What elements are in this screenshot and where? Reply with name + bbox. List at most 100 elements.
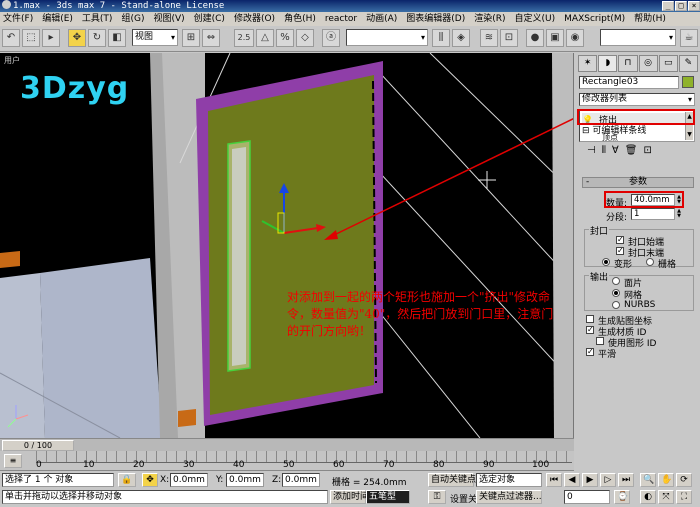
transform-mode-icon[interactable]: ✥	[142, 473, 158, 487]
schematic-view-icon[interactable]: ⊡	[500, 29, 518, 47]
modify-tab-icon[interactable]: ◗	[598, 55, 618, 72]
object-name-field[interactable]: Rectangle03	[579, 76, 679, 89]
maximize-viewport-icon[interactable]: ⛶	[676, 490, 692, 504]
prev-frame-icon[interactable]: ◀	[564, 473, 580, 487]
play-icon[interactable]: ▶	[582, 473, 598, 487]
close-button[interactable]: ×	[688, 1, 700, 11]
minimize-button[interactable]: _	[662, 1, 674, 11]
undo-icon[interactable]: ↶	[2, 29, 20, 47]
field-of-view-icon[interactable]: ◐	[640, 490, 656, 504]
key-filters-button[interactable]: 关键点过滤器...	[476, 490, 542, 504]
mini-curve-icon[interactable]: ≡	[4, 454, 22, 468]
select-scale-icon[interactable]: ◧	[108, 29, 126, 47]
ime-wubi-indicator[interactable]: 五笔型	[366, 490, 410, 504]
hierarchy-tab-icon[interactable]: ⊓	[618, 55, 638, 72]
stack-item-vertex[interactable]: 顶点	[602, 132, 618, 143]
select-object-icon[interactable]: ▸	[42, 29, 60, 47]
menu-customize[interactable]: 自定义(U)	[515, 12, 556, 26]
remove-modifier-icon[interactable]: 🗑	[625, 145, 638, 159]
key-icon[interactable]: ⚿	[428, 490, 446, 504]
go-start-icon[interactable]: ⏮	[546, 473, 562, 487]
modifier-list-dropdown[interactable]: 修改器列表	[579, 93, 695, 106]
teapot-icon[interactable]: ☕	[680, 29, 698, 47]
add-time-tag-button[interactable]: 添加时间	[330, 490, 369, 504]
time-slider[interactable]: 0 / 100	[0, 438, 574, 451]
layer-icon[interactable]: ◈	[452, 29, 470, 47]
create-tab-icon[interactable]: ✶	[578, 55, 598, 72]
time-slider-thumb[interactable]: 0 / 100	[2, 440, 74, 451]
go-end-icon[interactable]: ⏭	[618, 473, 634, 487]
menu-graph-editors[interactable]: 图表编辑器(D)	[406, 12, 465, 26]
plus-icon[interactable]: ⊟	[582, 126, 590, 136]
smooth-checkbox[interactable]: ✓	[586, 348, 594, 356]
menu-maxscript[interactable]: MAXScript(M)	[564, 12, 625, 26]
gen-mat-ids-checkbox[interactable]: ✓	[586, 326, 594, 334]
parameters-rollout-header[interactable]: - 参数	[582, 177, 694, 188]
auto-key-button[interactable]: 自动关键点	[428, 473, 476, 487]
reference-coord-select[interactable]: 视图	[132, 29, 178, 46]
viewport-label[interactable]: 用户	[4, 55, 20, 66]
grid-radio[interactable]	[646, 258, 654, 266]
pin-stack-icon[interactable]: ⊣	[587, 145, 596, 159]
quick-render-icon[interactable]: ◉	[566, 29, 584, 47]
make-unique-icon[interactable]: ∀	[612, 145, 619, 159]
pan-icon[interactable]: ✋	[658, 473, 674, 487]
spinner-snap-icon[interactable]: ◇	[296, 29, 314, 47]
cap-start-checkbox[interactable]: ✓	[616, 236, 624, 244]
gen-mapping-checkbox[interactable]	[586, 315, 594, 323]
morph-radio[interactable]	[602, 258, 610, 266]
named-selection-set[interactable]	[346, 29, 428, 46]
walk-icon[interactable]: ⤧	[658, 490, 674, 504]
material-editor-icon[interactable]: ●	[526, 29, 544, 47]
object-color-swatch[interactable]	[682, 76, 694, 88]
align-icon[interactable]: ⫼	[432, 29, 450, 47]
display-tab-icon[interactable]: ▭	[658, 55, 678, 72]
menu-reactor[interactable]: reactor	[325, 12, 357, 26]
pivot-icon[interactable]: ⊞	[182, 29, 200, 47]
select-move-icon[interactable]: ✥	[68, 29, 86, 47]
snap-toggle-icon[interactable]: 2.5	[234, 29, 254, 47]
configure-sets-icon[interactable]: ⊡	[643, 145, 651, 159]
perspective-viewport[interactable]: 用户 3Dzyg 对添加到一起的两个矩形也施加一个"挤出"修改命令，数量值为"4…	[0, 53, 574, 438]
motion-tab-icon[interactable]: ◎	[638, 55, 658, 72]
x-coordinate-field[interactable]: 0.0mm	[170, 473, 208, 487]
mirror-icon[interactable]: ⇔	[202, 29, 220, 47]
show-end-result-icon[interactable]: ⫴	[602, 145, 606, 159]
menu-help[interactable]: 帮助(H)	[634, 12, 666, 26]
segments-field[interactable]: 1 ▲ ▼	[631, 208, 681, 220]
angle-snap-icon[interactable]: △	[256, 29, 274, 47]
patch-radio[interactable]	[612, 277, 620, 285]
nurbs-radio[interactable]	[612, 301, 620, 309]
menu-create[interactable]: 创建(C)	[194, 12, 225, 26]
named-selection-icon[interactable]: ⓐ	[322, 29, 340, 47]
menu-tools[interactable]: 工具(T)	[82, 12, 113, 26]
menu-animation[interactable]: 动画(A)	[366, 12, 397, 26]
y-coordinate-field[interactable]: 0.0mm	[226, 473, 264, 487]
mesh-radio[interactable]	[612, 289, 620, 297]
curve-editor-icon[interactable]: ≋	[480, 29, 498, 47]
select-region-icon[interactable]: ⬚	[22, 29, 40, 47]
render-scene-icon[interactable]: ▣	[546, 29, 564, 47]
percent-snap-icon[interactable]: %	[276, 29, 294, 47]
zoom-icon[interactable]: 🔍	[640, 473, 656, 487]
z-coordinate-field[interactable]: 0.0mm	[282, 473, 320, 487]
menu-views[interactable]: 视图(V)	[153, 12, 184, 26]
next-frame-icon[interactable]: ▷	[600, 473, 616, 487]
menu-character[interactable]: 角色(H)	[284, 12, 316, 26]
utilities-tab-icon[interactable]: ✎	[678, 55, 699, 72]
select-rotate-icon[interactable]: ↻	[88, 29, 106, 47]
cap-end-checkbox[interactable]: ✓	[616, 247, 624, 255]
lock-icon[interactable]: 🔒	[118, 473, 136, 487]
track-bar[interactable]: ≡ 0 10 20 30 40 50 60 70 80 90 100	[0, 451, 574, 471]
current-frame-field[interactable]: 0	[564, 490, 610, 504]
maximize-button[interactable]: □	[675, 1, 687, 11]
selected-object-select[interactable]: 选定对象	[476, 473, 542, 487]
render-type-select[interactable]	[600, 29, 676, 46]
use-shape-ids-checkbox[interactable]	[596, 337, 604, 345]
menu-edit[interactable]: 编辑(E)	[42, 12, 73, 26]
menu-rendering[interactable]: 渲染(R)	[474, 12, 505, 26]
segments-spinner-icon[interactable]: ▲ ▼	[675, 209, 683, 219]
orbit-icon[interactable]: ⟳	[676, 473, 692, 487]
menu-file[interactable]: 文件(F)	[3, 12, 33, 26]
menu-modifiers[interactable]: 修改器(O)	[234, 12, 275, 26]
